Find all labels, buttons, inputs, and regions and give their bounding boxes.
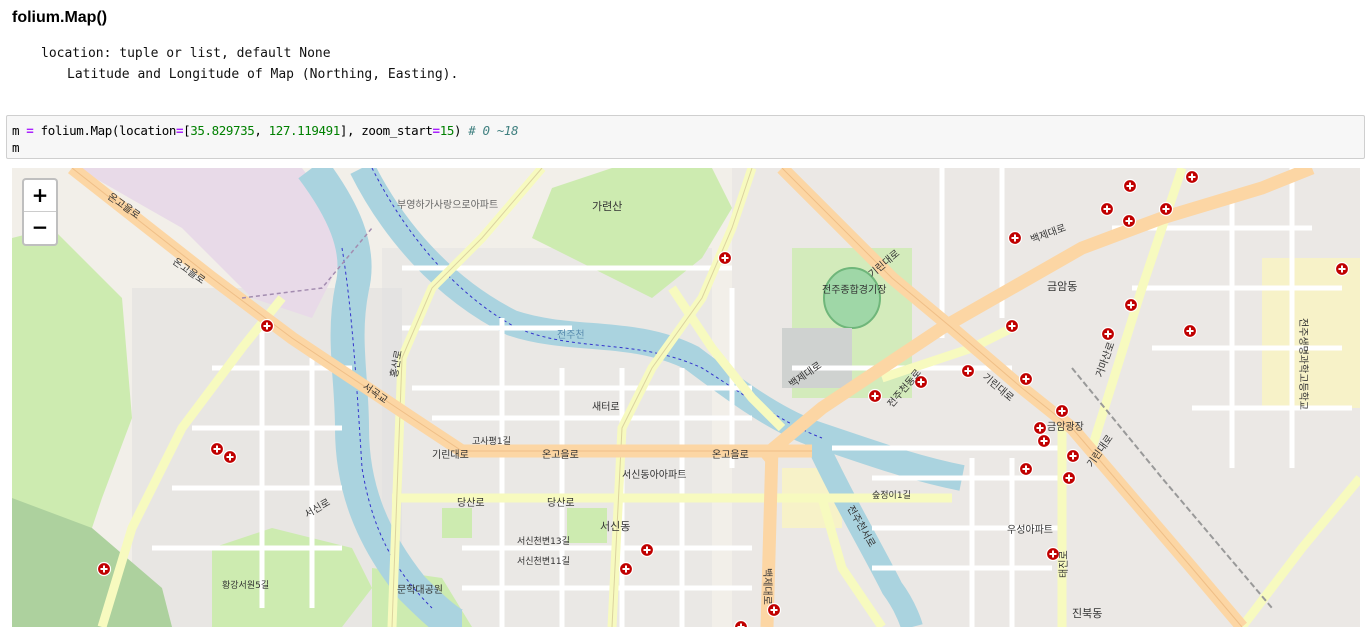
- map-label: 서신천변13길: [517, 536, 570, 547]
- hospital-marker-icon[interactable]: [1184, 169, 1200, 185]
- map-label: 새터로: [592, 401, 620, 413]
- zoom-in-button[interactable]: +: [24, 180, 56, 211]
- map-label: 문학대공원: [397, 584, 443, 596]
- code-zoom-arg: ], zoom_start: [339, 123, 433, 138]
- hospital-marker-icon[interactable]: [1065, 448, 1081, 464]
- map-label: 전주생명과학고등학교: [1297, 318, 1309, 410]
- hospital-marker-icon[interactable]: [1099, 201, 1115, 217]
- hospital-marker-icon[interactable]: [222, 449, 238, 465]
- hospital-marker-icon[interactable]: [1032, 420, 1048, 436]
- code-call: folium.Map(location: [40, 123, 177, 138]
- map-label: 황강서원5길: [222, 580, 269, 591]
- zoom-control[interactable]: + −: [22, 178, 58, 246]
- hospital-marker-icon[interactable]: [766, 602, 782, 618]
- hospital-marker-icon[interactable]: [1158, 201, 1174, 217]
- map-label: 태진로: [1058, 550, 1070, 578]
- hospital-marker-icon[interactable]: [1123, 297, 1139, 313]
- hospital-marker-icon[interactable]: [1045, 546, 1061, 562]
- map-label: 당산로: [547, 497, 575, 509]
- hospital-marker-icon[interactable]: [639, 542, 655, 558]
- hospital-marker-icon[interactable]: [96, 561, 112, 577]
- hospital-marker-icon[interactable]: [1054, 403, 1070, 419]
- map-label: 온고을로: [712, 449, 749, 461]
- hospital-marker-icon[interactable]: [1182, 323, 1198, 339]
- map-label: 고사평1길: [472, 436, 511, 447]
- map-label: 서신동아아파트: [622, 469, 686, 481]
- hospital-marker-icon[interactable]: [1036, 433, 1052, 449]
- map-label: 온고을로: [542, 449, 579, 461]
- hospital-marker-icon[interactable]: [1061, 470, 1077, 486]
- code-zoom-value: 15: [439, 123, 455, 138]
- map-label: 서신천변11길: [517, 556, 570, 567]
- map-label: 서신동: [600, 520, 630, 533]
- doc-line-2: Latitude and Longitude of Map (Northing,…: [67, 67, 459, 82]
- code-text[interactable]: m = folium.Map(location=[35.829735, 127.…: [12, 122, 519, 156]
- code-var: m: [12, 123, 20, 138]
- hospital-marker-icon[interactable]: [1334, 261, 1350, 277]
- hospital-marker-icon[interactable]: [1122, 178, 1138, 194]
- hospital-marker-icon[interactable]: [960, 363, 976, 379]
- map-label: 전주종합경기장: [822, 283, 886, 296]
- code-operator: =: [26, 123, 34, 138]
- map-label: 숲정이1길: [872, 490, 911, 501]
- code-latitude: 35.829735: [190, 123, 255, 138]
- hospital-marker-icon[interactable]: [259, 318, 275, 334]
- map-label: 금암광장: [1047, 421, 1084, 433]
- hospital-marker-icon[interactable]: [209, 441, 225, 457]
- hospital-marker-icon[interactable]: [717, 250, 733, 266]
- hospital-marker-icon[interactable]: [1121, 213, 1137, 229]
- hospital-marker-icon[interactable]: [1004, 318, 1020, 334]
- hospital-marker-icon[interactable]: [867, 388, 883, 404]
- code-longitude: 127.119491: [268, 123, 341, 138]
- hospital-marker-icon[interactable]: [618, 561, 634, 577]
- map-canvas[interactable]: 온고을로 온고을로 온고을로 온고을로 기린대로 가련산 전주천 기린대로 기린…: [12, 168, 1360, 627]
- hospital-marker-icon[interactable]: [1018, 461, 1034, 477]
- code-comment: # 0 ~18: [468, 123, 519, 138]
- code-cell[interactable]: m = folium.Map(location=[35.829735, 127.…: [6, 115, 1365, 159]
- map-label: 금암동: [1047, 280, 1077, 293]
- map-label: 우성아파트: [1007, 524, 1053, 536]
- doc-line-1: location: tuple or list, default None: [41, 46, 331, 61]
- hospital-marker-icon[interactable]: [1100, 326, 1116, 342]
- hospital-marker-icon[interactable]: [1018, 371, 1034, 387]
- map-label: 백제대로: [761, 568, 773, 605]
- code-separator: ,: [254, 123, 269, 138]
- code-line-2: m: [12, 140, 20, 155]
- map-label: 당산로: [457, 497, 485, 509]
- zoom-out-button[interactable]: −: [24, 211, 56, 243]
- map-label: 전주천: [557, 329, 585, 341]
- code-close: ): [453, 123, 462, 138]
- hospital-marker-icon[interactable]: [1007, 230, 1023, 246]
- map-label: 진북동: [1072, 607, 1102, 620]
- map-label: 기린대로: [432, 449, 469, 461]
- map-label: 부영하가사랑으로아파트: [397, 198, 498, 211]
- docstring: location: tuple or list, default None Lat…: [41, 43, 458, 85]
- map-label: 가련산: [592, 200, 622, 213]
- section-heading: folium.Map(): [12, 9, 108, 26]
- map-view[interactable]: 온고을로 온고을로 온고을로 온고을로 기린대로 가련산 전주천 기린대로 기린…: [12, 168, 1360, 627]
